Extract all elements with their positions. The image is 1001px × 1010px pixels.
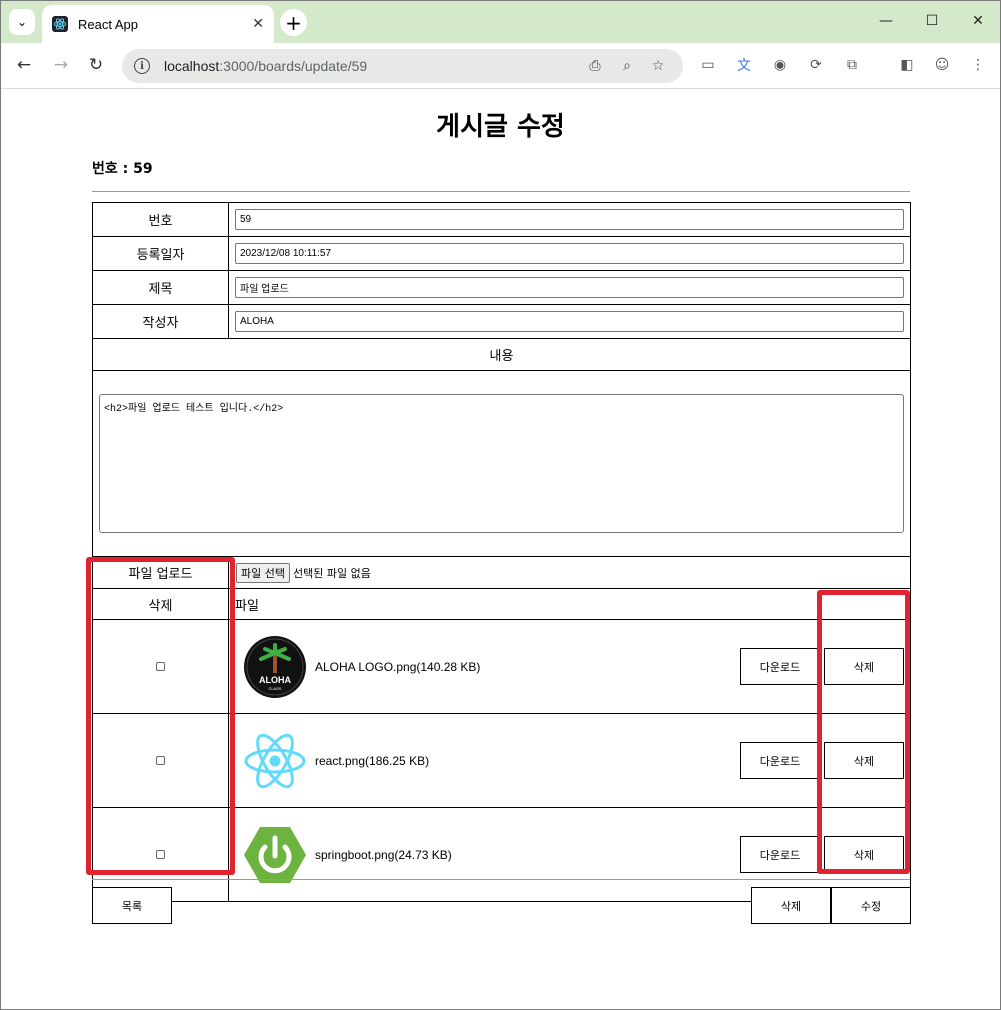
back-icon[interactable]: ← — [12, 53, 36, 77]
field-label-no: 번호 — [92, 202, 229, 237]
content-label: 내용 — [92, 338, 911, 371]
divider-bottom — [92, 879, 910, 880]
tab-search-chevron-icon[interactable]: ⌄ — [9, 9, 35, 35]
writer-input[interactable]: ALOHA — [235, 311, 904, 332]
no-input[interactable]: 59 — [235, 209, 904, 230]
highlight-box-checkboxes — [86, 557, 235, 875]
new-tab-button[interactable]: + — [280, 9, 307, 36]
file-header-file: 파일 — [228, 588, 911, 620]
download-button[interactable]: 다운로드 — [740, 648, 820, 685]
reg-date-input[interactable]: 2023/12/08 10:11:57 — [235, 243, 904, 264]
address-bar[interactable]: i localhost:3000/boards/update/59 ⎙ ⌕ ☆ — [122, 49, 683, 83]
browser-toolbar: ← → ↻ i localhost:3000/boards/update/59 … — [1, 43, 1000, 89]
reload-icon[interactable]: ↻ — [84, 53, 108, 77]
file-select-button[interactable]: 파일 선택 — [236, 562, 290, 583]
forward-icon[interactable]: → — [49, 53, 73, 77]
download-button[interactable]: 다운로드 — [740, 742, 820, 779]
browser-tab[interactable]: React App ✕ — [42, 5, 274, 43]
zoom-icon[interactable]: ⌕ — [618, 57, 636, 75]
camera-icon[interactable]: ◉ — [770, 55, 790, 75]
page-content: 게시글 수정 번호 : 59 번호 59 등록일자 2023/12/08 10:… — [1, 90, 1000, 1009]
field-label-reg-date: 등록일자 — [92, 236, 229, 271]
react-logo-icon — [243, 729, 307, 793]
site-info-icon[interactable]: i — [134, 58, 150, 74]
maximize-icon[interactable]: ☐ — [920, 9, 944, 33]
browser-tab-bar: ⌄ React App ✕ + — ☐ ✕ — [1, 1, 1000, 43]
highlight-box-delete-buttons — [817, 590, 910, 874]
file-name: springboot.png(24.73 KB) — [315, 847, 452, 862]
aloha-logo-icon: ALOHA CLASS — [243, 635, 307, 699]
react-favicon-icon — [52, 16, 68, 32]
update-post-button[interactable]: 수정 — [831, 887, 911, 924]
bookmark-star-icon[interactable]: ☆ — [649, 57, 667, 75]
divider-top — [92, 191, 910, 192]
svg-text:CLASS: CLASS — [268, 686, 281, 691]
page-title: 게시글 수정 — [436, 112, 565, 142]
install-app-icon[interactable]: ⎙ — [586, 57, 604, 75]
post-number: 번호 : 59 — [92, 161, 153, 177]
file-none-text: 선택된 파일 없음 — [292, 566, 371, 580]
menu-kebab-icon[interactable]: ⋮ — [968, 55, 988, 75]
tab-title: React App — [78, 16, 138, 32]
download-button[interactable]: 다운로드 — [740, 836, 820, 873]
minimize-icon[interactable]: — — [874, 9, 898, 33]
side-panel-icon[interactable]: ◧ — [897, 55, 917, 75]
profile-avatar-icon[interactable]: ☺ — [932, 55, 952, 75]
field-label-title: 제목 — [92, 270, 229, 305]
cast-icon[interactable]: ▭ — [698, 55, 718, 75]
url-text: localhost:3000/boards/update/59 — [164, 58, 368, 74]
content-textarea[interactable]: <h2>파일 업로드 테스트 입니다.</h2> — [99, 394, 904, 533]
delete-post-button[interactable]: 삭제 — [751, 887, 831, 924]
sync-icon[interactable]: ⟳ — [806, 55, 826, 75]
tab-close-icon[interactable]: ✕ — [252, 16, 264, 32]
file-name: react.png(186.25 KB) — [315, 753, 430, 768]
window-close-icon[interactable]: ✕ — [966, 9, 990, 33]
translate-icon[interactable]: 文 — [734, 55, 754, 75]
list-button[interactable]: 목록 — [92, 887, 172, 924]
extensions-puzzle-icon[interactable]: ⧉ — [842, 55, 862, 75]
springboot-logo-icon — [243, 823, 307, 887]
field-label-writer: 작성자 — [92, 304, 229, 339]
svg-text:ALOHA: ALOHA — [259, 675, 291, 685]
title-input[interactable]: 파일 업로드 — [235, 277, 904, 298]
file-name: ALOHA LOGO.png(140.28 KB) — [315, 659, 481, 674]
